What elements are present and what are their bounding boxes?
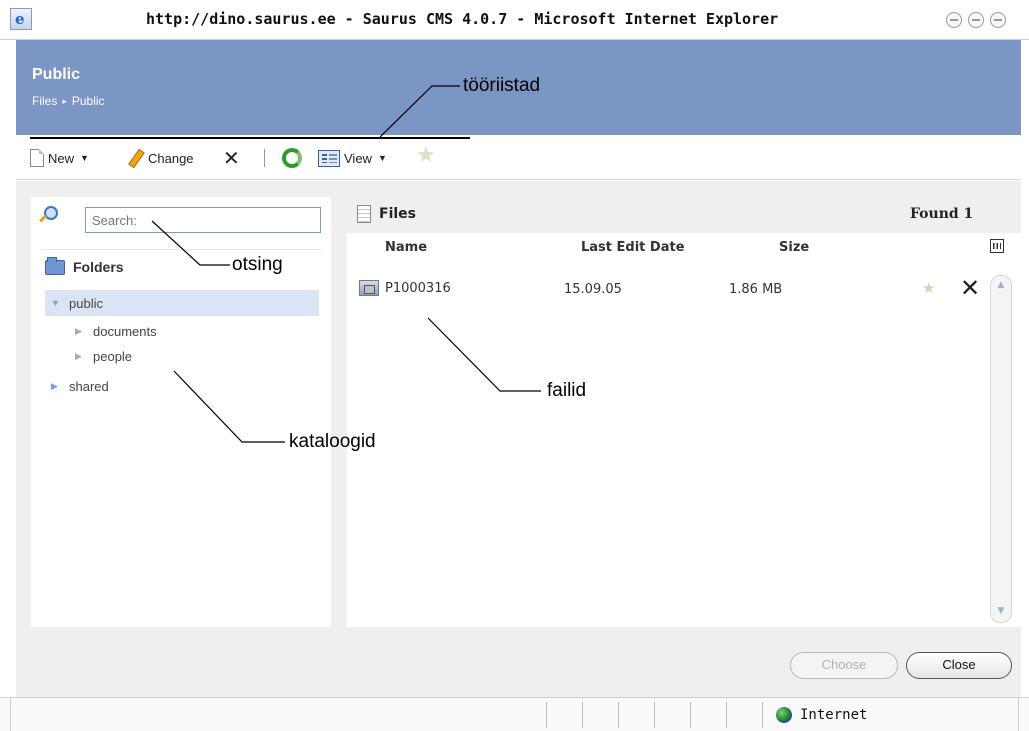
- folders-heading: Folders: [45, 256, 124, 275]
- tree-item-shared[interactable]: ▶ shared: [51, 379, 109, 394]
- tree-item-people[interactable]: ▶ people: [75, 349, 132, 364]
- scroll-down-icon[interactable]: ▼: [995, 606, 1007, 616]
- star-icon[interactable]: ★: [922, 279, 935, 297]
- status-bar-divider: [726, 702, 727, 728]
- change-button[interactable]: Change: [126, 147, 194, 169]
- globe-icon: [776, 707, 792, 723]
- window-title: http://dino.saurus.ee - Saurus CMS 4.0.7…: [146, 10, 779, 28]
- file-name[interactable]: P1000316: [385, 281, 451, 296]
- new-button[interactable]: New ▼: [30, 147, 89, 169]
- column-header-date[interactable]: Last Edit Date: [581, 240, 685, 255]
- tree-item-label: shared: [69, 379, 109, 394]
- view-button[interactable]: View ▼: [318, 147, 387, 169]
- scroll-up-icon[interactable]: ▲: [995, 280, 1007, 290]
- column-chooser-icon[interactable]: [990, 239, 1004, 253]
- window-titlebar: e http://dino.saurus.ee - Saurus CMS 4.0…: [0, 0, 1029, 40]
- files-panel: Files Found 1 Name Last Edit Date Size P…: [347, 197, 1021, 627]
- star-icon: ★: [416, 142, 436, 167]
- search-input[interactable]: [85, 207, 321, 233]
- status-bar-divider: [546, 702, 547, 728]
- toolbar: New ▼ Change ✕ View ▼ ★: [16, 135, 1021, 180]
- refresh-icon: [282, 148, 302, 168]
- new-document-icon: [30, 149, 44, 167]
- status-bar-divider: [1018, 698, 1019, 731]
- folders-panel: Folders ▼ public ▶ documents ▶ people ▶ …: [31, 197, 331, 627]
- file-size: 1.86 MB: [729, 282, 783, 297]
- security-zone: Internet: [776, 707, 867, 723]
- table-row[interactable]: P1000316 15.09.05 1.86 MB ★ ✕: [347, 275, 987, 305]
- files-title-label: Files: [379, 206, 416, 222]
- tree-item-label: people: [93, 349, 133, 364]
- delete-icon: ✕: [223, 146, 240, 170]
- breadcrumb-item-public[interactable]: Public: [72, 94, 105, 108]
- folders-label: Folders: [73, 259, 124, 275]
- breadcrumb: Files ▸ Public: [32, 94, 105, 108]
- vertical-scrollbar[interactable]: ▲ ▼: [990, 275, 1012, 623]
- choose-button[interactable]: Choose: [790, 652, 898, 679]
- status-bar-divider: [10, 698, 11, 731]
- tree-item-documents[interactable]: ▶ documents: [75, 324, 157, 339]
- view-list-icon: [318, 149, 340, 167]
- column-header-size[interactable]: Size: [779, 240, 809, 255]
- maximize-button[interactable]: [968, 12, 984, 28]
- status-bar-divider: [762, 702, 763, 728]
- image-file-icon: [359, 280, 379, 296]
- delete-button[interactable]: ✕: [223, 147, 240, 169]
- file-name-cell: P1000316: [359, 280, 451, 296]
- favorite-button[interactable]: ★: [416, 144, 436, 166]
- file-date: 15.09.05: [564, 282, 622, 297]
- file-page-icon: [357, 205, 371, 223]
- folder-icon: [45, 256, 65, 275]
- status-bar-divider: [618, 702, 619, 728]
- annotation-tools: tööriistad: [463, 75, 541, 96]
- divider: [41, 249, 321, 250]
- expand-right-icon[interactable]: ▶: [75, 326, 85, 337]
- delete-file-icon[interactable]: ✕: [960, 275, 980, 302]
- annotation-folders: kataloogid: [289, 431, 376, 452]
- expand-down-icon[interactable]: ▼: [51, 298, 61, 308]
- zone-label: Internet: [800, 707, 868, 723]
- status-bar-divider: [690, 702, 691, 728]
- status-bar: Internet: [0, 697, 1029, 731]
- files-title: Files: [357, 205, 416, 223]
- column-header-name[interactable]: Name: [385, 240, 427, 255]
- minimize-button[interactable]: [946, 12, 962, 28]
- edit-pencil-icon: [126, 149, 144, 167]
- expand-right-icon[interactable]: ▶: [51, 381, 61, 392]
- files-header: Files Found 1: [347, 197, 1021, 233]
- page-title: Public: [32, 66, 81, 83]
- toolbar-annotation-line: [30, 137, 470, 139]
- tree-item-public[interactable]: ▼ public: [45, 290, 319, 316]
- breadcrumb-separator-icon: ▸: [62, 95, 67, 106]
- toolbar-divider: [264, 149, 265, 167]
- ie-icon: e: [10, 8, 32, 30]
- status-bar-divider: [654, 702, 655, 728]
- breadcrumb-item-files[interactable]: Files: [32, 94, 57, 108]
- close-window-button[interactable]: [990, 12, 1006, 28]
- refresh-button[interactable]: [282, 147, 302, 169]
- annotation-search: otsing: [232, 254, 283, 275]
- annotation-files: failid: [547, 380, 587, 401]
- view-label: View: [344, 150, 372, 166]
- close-button[interactable]: Close: [906, 652, 1012, 679]
- expand-right-icon[interactable]: ▶: [75, 351, 85, 362]
- change-label: Change: [148, 150, 194, 166]
- tree-item-label: documents: [93, 324, 157, 339]
- search-icon: [39, 205, 58, 225]
- tree-item-label: public: [69, 295, 103, 311]
- found-count: Found 1: [910, 206, 974, 222]
- status-bar-divider: [582, 702, 583, 728]
- chevron-down-icon: ▼: [80, 153, 89, 163]
- new-label: New: [48, 150, 75, 166]
- chevron-down-icon: ▼: [377, 153, 387, 163]
